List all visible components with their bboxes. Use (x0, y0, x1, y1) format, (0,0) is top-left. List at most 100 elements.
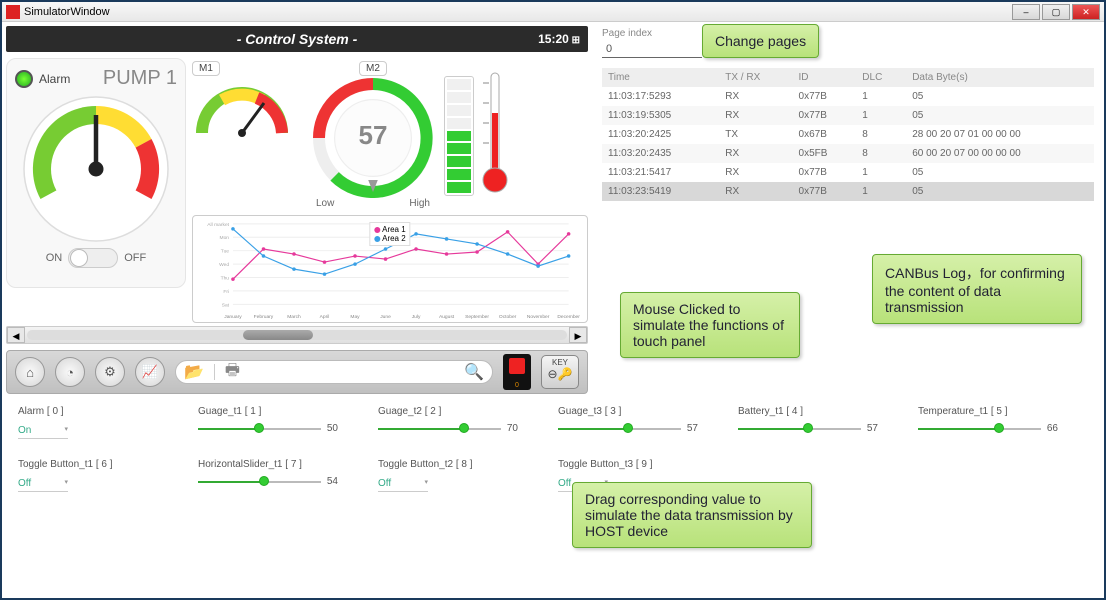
control-label: Battery_t1 [ 4 ] (738, 406, 878, 417)
pump-name: PUMP 1 (103, 67, 177, 90)
col-txrx: TX / RX (719, 68, 792, 87)
slider-value: 50 (327, 423, 338, 434)
svg-text:November: November (527, 314, 550, 320)
slider[interactable] (198, 481, 321, 483)
horizontal-scrollbar[interactable]: ◀ ▶ (6, 326, 588, 344)
slider-value: 57 (867, 423, 878, 434)
line-chart: Area 1 Area 2 All market Mon Tue Wed Thu Fri S… (192, 215, 588, 323)
window-titlebar: SimulatorWindow – ▢ ✕ (2, 2, 1104, 22)
control-label: Guage_t1 [ 1 ] (198, 406, 338, 417)
slider[interactable] (558, 428, 681, 430)
slider[interactable] (198, 428, 321, 430)
callout-change-pages: Change pages (702, 24, 819, 58)
svg-text:April: April (320, 314, 330, 320)
simulator-controls: Alarm [ 0 ]OnGuage_t1 [ 1 ]50Guage_t2 [ … (2, 398, 1104, 500)
pump-card: Alarm PUMP 1 ON (6, 58, 186, 288)
dashboard-panel: - Control System - 15:20 Alarm PUMP 1 (2, 22, 592, 398)
svg-text:December: December (557, 314, 580, 320)
slider[interactable] (378, 428, 501, 430)
scroll-thumb[interactable] (243, 330, 313, 340)
scroll-right-button[interactable]: ▶ (569, 327, 587, 343)
control-label: Guage_t3 [ 3 ] (558, 406, 698, 417)
svg-text:February: February (254, 314, 274, 320)
dropdown[interactable]: Off (378, 476, 428, 492)
control-label: HorizontalSlider_t1 [ 7 ] (198, 459, 338, 470)
power-switch[interactable] (503, 354, 531, 390)
svg-text:September: September (465, 314, 489, 320)
table-row[interactable]: 11:03:21:5417RX0x77B105 (602, 163, 1094, 182)
bottom-toolbar: ⌂ ◔ ⚙ 📈 📂 🖶 🔍 KEY ⊖🔑 (6, 350, 588, 394)
svg-text:August: August (439, 314, 455, 320)
m2-high-label: High (409, 198, 430, 209)
col-id: ID (793, 68, 857, 87)
window-title: SimulatorWindow (24, 6, 110, 18)
gauge-button[interactable]: ◔ (55, 357, 85, 387)
svg-text:October: October (499, 314, 517, 320)
canbus-log-table: Time TX / RX ID DLC Data Byte(s) 11:03:1… (602, 68, 1094, 201)
table-row[interactable]: 11:03:19:5305RX0x77B105 (602, 106, 1094, 125)
print-icon[interactable]: 🖶 (225, 359, 240, 386)
slider[interactable] (738, 428, 861, 430)
svg-text:Tue: Tue (221, 249, 230, 255)
key-button[interactable]: KEY ⊖🔑 (541, 355, 579, 389)
control-item: Battery_t1 [ 4 ] 57 (738, 406, 878, 439)
control-label: Guage_t2 [ 2 ] (378, 406, 518, 417)
svg-text:All market: All market (207, 222, 229, 228)
close-button[interactable]: ✕ (1072, 4, 1100, 20)
svg-text:January: January (224, 314, 242, 320)
svg-text:Thu: Thu (221, 275, 230, 281)
table-row[interactable]: 11:03:20:2435RX0x5FB860 00 20 07 00 00 0… (602, 144, 1094, 163)
dashboard-header: - Control System - 15:20 (6, 26, 588, 52)
control-item: Guage_t1 [ 1 ] 50 (198, 406, 338, 439)
alarm-label: Alarm (39, 72, 70, 86)
callout-drag-value: Drag corresponding value to simulate the… (572, 482, 812, 548)
folder-icon[interactable]: 📂 (184, 362, 204, 382)
svg-text:Fri: Fri (223, 289, 229, 295)
col-data: Data Byte(s) (906, 68, 1094, 87)
thermometer-icon (480, 68, 510, 198)
pump-toggle[interactable]: ON OFF (15, 248, 177, 268)
dashboard-clock: 15:20 (538, 32, 580, 46)
gauge-m2: M2 57 Low (308, 58, 438, 209)
pump-gauge (21, 94, 171, 244)
m1-label: M1 (192, 61, 220, 76)
gauge-m1: M1 (192, 58, 302, 209)
control-item: Temperature_t1 [ 5 ]66 (918, 406, 1058, 439)
table-row[interactable]: 11:03:23:5419RX0x77B105 (602, 182, 1094, 201)
scroll-left-button[interactable]: ◀ (7, 327, 25, 343)
slider-value: 54 (327, 476, 338, 487)
callout-canbus-log: CANBus Log，for confirming the content of… (872, 254, 1082, 324)
control-label: Temperature_t1 [ 5 ] (918, 406, 1058, 417)
svg-text:Mon: Mon (220, 235, 230, 241)
chart-legend: Area 1 Area 2 (369, 222, 410, 246)
maximize-button[interactable]: ▢ (1042, 4, 1070, 20)
page-index-input[interactable]: 0 (602, 41, 702, 58)
dashboard-title: - Control System - (237, 31, 358, 47)
dropdown[interactable]: On (18, 423, 68, 439)
alarm-led-icon (15, 70, 33, 88)
search-icon[interactable]: 🔍 (464, 362, 484, 382)
svg-text:June: June (380, 314, 391, 320)
svg-text:Wed: Wed (219, 262, 229, 268)
control-label: Toggle Button_t3 [ 9 ] (558, 459, 698, 470)
control-item: Guage_t2 [ 2 ] 70 (378, 406, 518, 439)
m2-value: 57 (313, 120, 433, 151)
slider[interactable] (918, 428, 1041, 430)
chart-button[interactable]: 📈 (135, 357, 165, 387)
table-row[interactable]: 11:03:20:2425TX0x67B828 00 20 07 01 00 0… (602, 125, 1094, 144)
page-index-label: Page index (602, 28, 1094, 39)
home-button[interactable]: ⌂ (15, 357, 45, 387)
slider-value: 70 (507, 423, 518, 434)
callout-mouse-click: Mouse Clicked to simulate the functions … (620, 292, 800, 358)
control-label: Toggle Button_t2 [ 8 ] (378, 459, 518, 470)
table-row[interactable]: 11:03:17:5293RX0x77B105 (602, 87, 1094, 106)
svg-text:July: July (412, 314, 421, 320)
svg-text:Sat: Sat (222, 302, 230, 308)
settings-button[interactable]: ⚙ (95, 357, 125, 387)
battery-bars (444, 76, 474, 196)
control-label: Toggle Button_t1 [ 6 ] (18, 459, 158, 470)
minimize-button[interactable]: – (1012, 4, 1040, 20)
dropdown[interactable]: Off (18, 476, 68, 492)
search-box[interactable]: 📂 🖶 🔍 (175, 360, 493, 384)
m2-label: M2 (359, 61, 387, 76)
